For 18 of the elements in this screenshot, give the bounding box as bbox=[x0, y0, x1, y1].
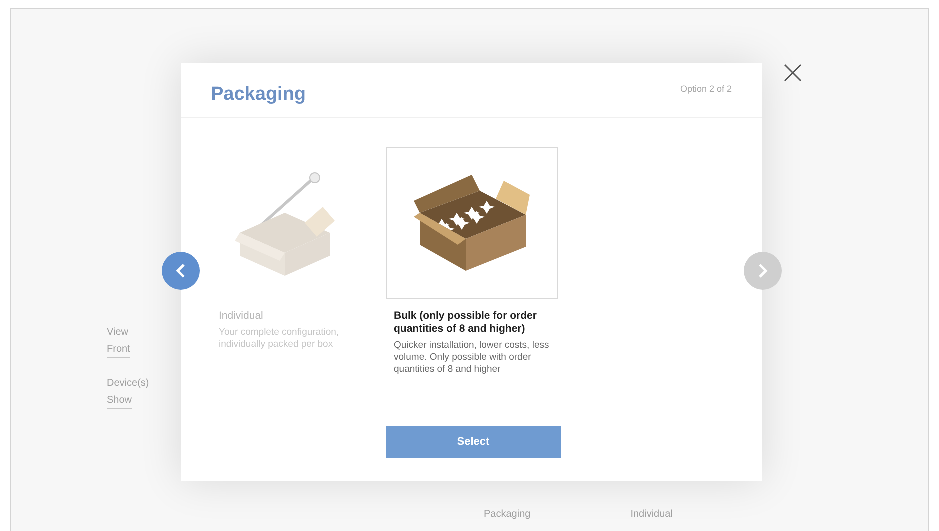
view-option[interactable]: Front bbox=[107, 342, 130, 358]
option-description: Quicker installation, lower costs, less volume. Only possible with order quantities of 8 and higher bbox=[394, 340, 550, 376]
option-image-frame[interactable] bbox=[386, 147, 558, 299]
option-title: Individual bbox=[219, 310, 264, 323]
option-counter: Option 2 of 2 bbox=[680, 83, 732, 96]
select-button[interactable]: Select bbox=[386, 426, 561, 458]
option-title: Bulk (only possible for order quantities of 8 and higher) bbox=[394, 310, 538, 336]
summary-text: Individual bbox=[630, 508, 673, 522]
view-label: View bbox=[107, 326, 130, 340]
chevron-right-icon bbox=[758, 264, 768, 278]
close-button[interactable] bbox=[782, 62, 804, 84]
option-description: Your complete configuration, individually packed per box bbox=[219, 327, 340, 351]
devices-option[interactable]: Show bbox=[107, 393, 132, 409]
chevron-left-icon bbox=[176, 264, 186, 278]
modal-title: Packaging bbox=[211, 82, 306, 107]
close-icon bbox=[784, 64, 802, 82]
devices-label: Device(s) bbox=[107, 377, 150, 391]
summary-text: Packaging bbox=[484, 508, 531, 522]
